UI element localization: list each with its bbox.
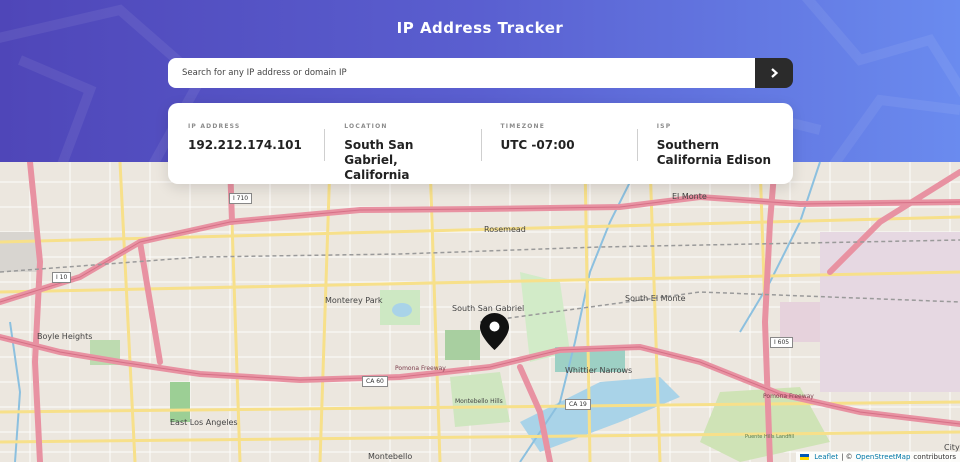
search-bar	[168, 58, 793, 88]
info-label: IP ADDRESS	[188, 123, 241, 130]
ip-info-card: IP ADDRESS 192.212.174.101 LOCATION Sout…	[168, 103, 793, 184]
info-isp: ISP Southern California Edison	[636, 123, 793, 184]
chevron-right-icon	[770, 68, 778, 78]
place-label: Whittier Narrows	[565, 366, 633, 375]
info-value: UTC -07:00	[500, 138, 575, 152]
place-label: South San Gabriel	[452, 304, 525, 313]
info-label: ISP	[656, 123, 672, 130]
info-ip-address: IP ADDRESS 192.212.174.101	[168, 123, 324, 184]
info-label: LOCATION	[344, 123, 388, 130]
place-label: East Los Angeles	[170, 418, 238, 427]
info-location: LOCATION South San Gabriel, California	[324, 123, 480, 184]
search-submit-button[interactable]	[755, 58, 793, 88]
info-timezone: TIMEZONE UTC -07:00	[480, 123, 637, 184]
page-title: IP Address Tracker	[396, 19, 564, 37]
info-value: 192.212.174.101	[188, 138, 302, 152]
place-label: Montebello Hills	[455, 398, 503, 405]
place-label: South El Monte	[625, 294, 686, 303]
place-label: City	[944, 443, 960, 452]
info-value: South San Gabriel, California	[344, 138, 414, 182]
road-label: Pomona Freeway	[763, 393, 814, 400]
highway-shield: I 605	[770, 337, 794, 348]
highway-shield: I 710	[229, 193, 253, 204]
place-label: Rosemead	[484, 225, 526, 234]
place-label: Montebello	[368, 452, 413, 461]
ukraine-flag-icon	[800, 454, 810, 460]
highway-shield: I 10	[52, 272, 72, 283]
highway-shield: CA 19	[565, 399, 591, 410]
info-label: TIMEZONE	[500, 123, 546, 130]
highway-shield: CA 60	[362, 376, 388, 387]
place-label: Boyle Heights	[37, 332, 93, 341]
map-view[interactable]: El Monte Rosemead Monterey Park South Sa…	[0, 162, 960, 462]
place-label: El Monte	[672, 192, 707, 201]
place-label: Monterey Park	[325, 296, 383, 305]
leaflet-link[interactable]: Leaflet	[814, 453, 838, 461]
road-label: Pomona Freeway	[395, 365, 446, 372]
attribution-contributors: contributors	[913, 453, 956, 461]
search-input[interactable]	[168, 58, 755, 88]
openstreetmap-link[interactable]: OpenStreetMap	[856, 453, 911, 461]
location-pin-icon[interactable]	[480, 313, 509, 350]
attribution-separator: | ©	[841, 453, 853, 461]
place-label: Puente Hills Landfill	[745, 434, 795, 440]
map-attribution: Leaflet | © OpenStreetMap contributors	[796, 452, 960, 462]
info-value: Southern California Edison	[656, 138, 772, 167]
